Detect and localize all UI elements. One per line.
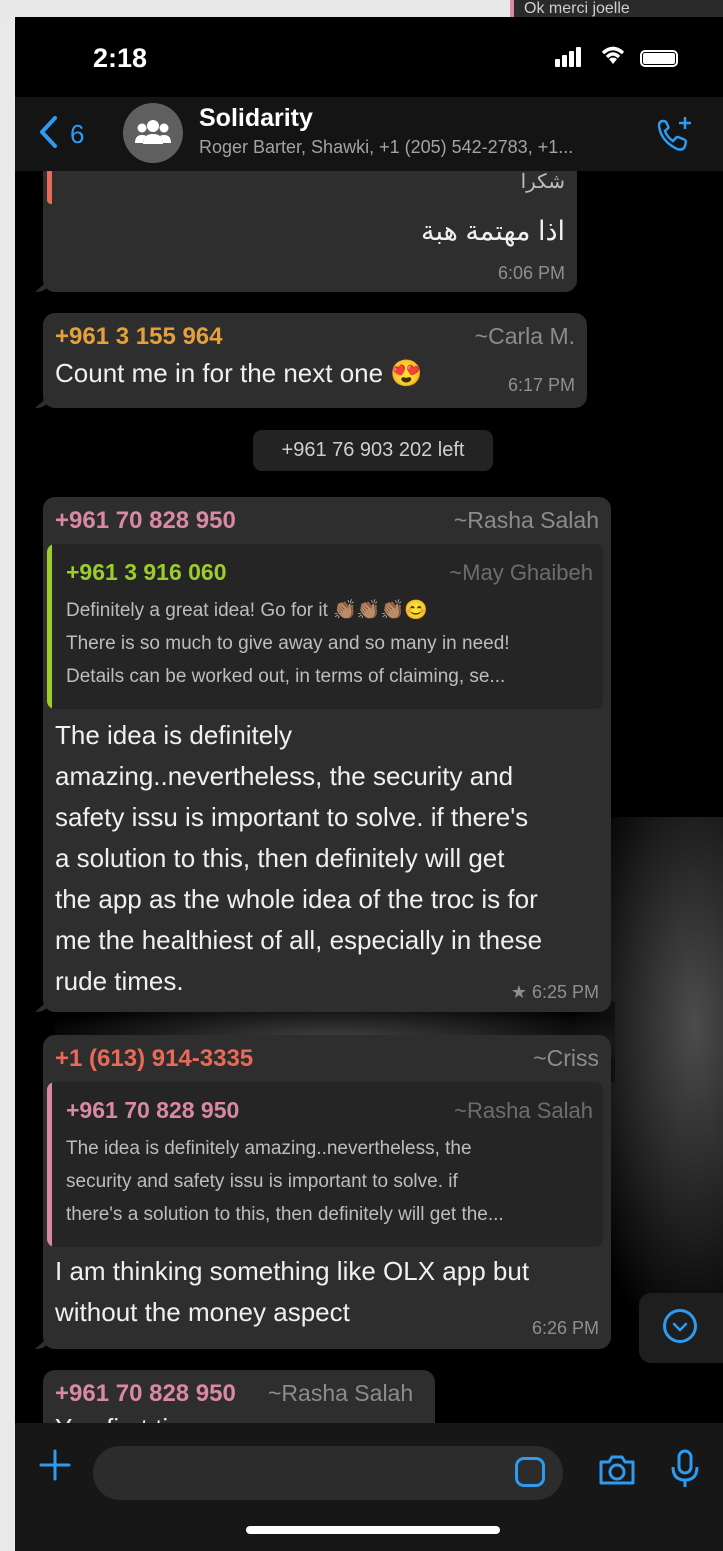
message-text: اذا مهتمة هبة bbox=[420, 216, 565, 246]
sender-phone[interactable]: +961 3 155 964 bbox=[55, 323, 223, 351]
status-time: 2:18 bbox=[93, 43, 148, 73]
message-text: Count me in for the next one 😍 bbox=[55, 358, 423, 388]
signal-icon bbox=[555, 47, 583, 67]
message-bubble[interactable]: +1 (613) 914-3335 ~Criss +961 70 828 950… bbox=[43, 1035, 611, 1349]
group-title[interactable]: Solidarity bbox=[199, 104, 313, 133]
message-text-line: me the healthiest of all, especially in … bbox=[55, 925, 543, 955]
sender-phone[interactable]: +961 70 828 950 bbox=[55, 507, 236, 535]
quoted-text-line: The idea is definitely amazing..neverthe… bbox=[66, 1138, 472, 1159]
group-members[interactable]: Roger Barter, Shawki, +1 (205) 542-2783,… bbox=[199, 137, 573, 158]
mic-icon[interactable] bbox=[670, 1449, 700, 1494]
message-time: 6:06 PM bbox=[497, 263, 565, 283]
group-avatar[interactable] bbox=[123, 103, 183, 163]
sender-phone[interactable]: +1 (613) 914-3335 bbox=[55, 1045, 253, 1073]
home-indicator[interactable] bbox=[246, 1526, 500, 1534]
camera-icon[interactable] bbox=[597, 1453, 637, 1492]
quote-bar bbox=[47, 1082, 52, 1247]
message-text-line: The idea is definitely bbox=[55, 720, 293, 750]
message-text-line: a solution to this, then definitely will… bbox=[55, 843, 505, 873]
phone-screen: 2:18 6 Solidarity Roger Barter, Shawki, … bbox=[15, 17, 723, 1551]
sender-phone[interactable]: +961 70 828 950 bbox=[55, 1380, 236, 1408]
sender-alias: ~Criss bbox=[533, 1045, 599, 1071]
message-bubble[interactable]: +961 70 828 950 ~Rasha Salah +961 3 916 … bbox=[43, 497, 611, 1012]
quote-bar bbox=[47, 171, 52, 204]
quoted-text-line: Definitely a great idea! Go for it 👏🏽👏🏽👏… bbox=[66, 600, 428, 621]
message-text-line: safety issu is important to solve. if th… bbox=[55, 802, 529, 832]
quoted-text-line: security and safety issu is important to… bbox=[66, 1171, 458, 1192]
quoted-text-line: Details can be worked out, in terms of c… bbox=[66, 666, 506, 687]
plus-icon[interactable] bbox=[37, 1447, 73, 1491]
sender-alias: ~Rasha Salah bbox=[268, 1380, 414, 1406]
quoted-message[interactable]: +961 70 828 950 ~Rasha Salah The idea is… bbox=[47, 1082, 603, 1247]
quoted-text-line: There is so much to give away and so man… bbox=[66, 633, 510, 654]
message-bubble[interactable]: +961 3 155 964 ~Carla M. Count me in for… bbox=[43, 313, 587, 408]
chevron-left-icon[interactable] bbox=[37, 115, 59, 158]
quoted-text-line: there's a solution to this, then definit… bbox=[66, 1204, 504, 1225]
message-time: 6:26 PM bbox=[531, 1318, 599, 1338]
message-text-line: without the money aspect bbox=[55, 1297, 350, 1327]
message-time: 6:17 PM bbox=[507, 375, 575, 395]
quoted-message[interactable]: +961 3 916 060 ~May Ghaibeh Definitely a… bbox=[47, 544, 603, 709]
back-unread-count[interactable]: 6 bbox=[70, 119, 84, 150]
quoted-text: شكرا bbox=[520, 171, 565, 193]
sender-alias: ~Carla M. bbox=[474, 323, 575, 349]
system-notice: +961 76 903 202 left bbox=[253, 430, 493, 471]
quoted-alias: ~Rasha Salah bbox=[454, 1098, 593, 1123]
previous-chat-strip: Ok merci joelle bbox=[510, 0, 723, 18]
message-text-line: I am thinking something like OLX app but bbox=[55, 1256, 530, 1286]
scroll-to-bottom-button[interactable] bbox=[639, 1293, 723, 1363]
quoted-alias: ~May Ghaibeh bbox=[449, 560, 593, 585]
message-text-line: the app as the whole idea of the troc is… bbox=[55, 884, 538, 914]
group-icon bbox=[135, 120, 171, 144]
message-time: ★ 6:25 PM bbox=[510, 982, 599, 1002]
wifi-icon bbox=[597, 42, 629, 73]
message-text-line: rude times. bbox=[55, 966, 184, 996]
quoted-sender: +961 3 916 060 bbox=[66, 559, 227, 585]
quote-bar bbox=[47, 544, 52, 709]
chevron-down-icon bbox=[663, 1309, 697, 1343]
message-input[interactable] bbox=[93, 1446, 563, 1500]
message-bubble[interactable]: شكرا اذا مهتمة هبة 6:06 PM bbox=[43, 171, 577, 292]
message-text-line: amazing..nevertheless, the security and bbox=[55, 761, 514, 791]
chat-header: 6 Solidarity Roger Barter, Shawki, +1 (2… bbox=[15, 97, 723, 171]
status-bar: 2:18 bbox=[15, 17, 723, 97]
quoted-sender: +961 70 828 950 bbox=[66, 1097, 240, 1123]
sender-alias: ~Rasha Salah bbox=[453, 507, 599, 533]
add-call-icon[interactable] bbox=[655, 115, 695, 160]
sticker-icon[interactable] bbox=[515, 1457, 545, 1487]
battery-icon bbox=[640, 50, 678, 67]
